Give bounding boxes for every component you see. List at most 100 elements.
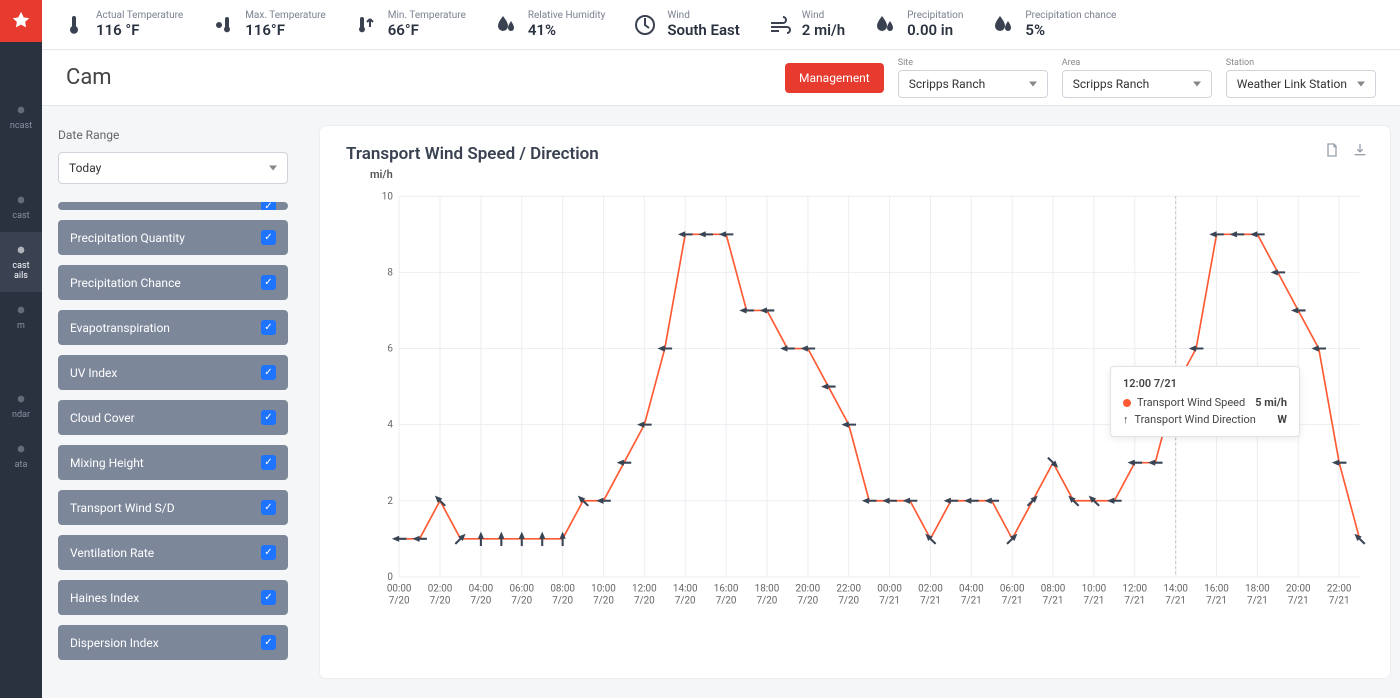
chart-tooltip: 12:00 7/21 Transport Wind Speed 5 mi/h ↑…: [1110, 366, 1300, 437]
svg-text:08:00: 08:00: [550, 583, 575, 594]
nav-label: m: [17, 322, 25, 332]
metric-value: 5%: [1025, 21, 1116, 39]
svg-text:7/21: 7/21: [920, 596, 941, 607]
svg-text:8: 8: [387, 268, 393, 279]
svg-text:7/20: 7/20: [511, 596, 532, 607]
sidebar-item-3[interactable]: m: [0, 292, 42, 342]
sidebar: ncast cast cast ails m ndar ata: [0, 0, 42, 698]
svg-text:16:00: 16:00: [714, 583, 739, 594]
wind-dir-icon: [633, 13, 657, 37]
select-label-1: Area: [1062, 58, 1212, 68]
chart-card: Transport Wind Speed / Direction mi/h 0 2…: [320, 126, 1390, 678]
check-icon[interactable]: ✓: [261, 230, 276, 245]
layer-item-7[interactable]: Ventilation Rate✓: [58, 535, 288, 570]
metric-label: Precipitation chance: [1025, 10, 1116, 21]
layer-item-6[interactable]: Transport Wind S/D✓: [58, 490, 288, 525]
sidebar-item-4[interactable]: ndar: [0, 381, 42, 431]
layer-item-4[interactable]: Cloud Cover✓: [58, 400, 288, 435]
metric-thermometer: Actual Temperature116 °F: [62, 10, 183, 39]
select-area[interactable]: Scripps Ranch: [1062, 70, 1212, 98]
svg-text:7/20: 7/20: [552, 596, 573, 607]
metric-label: Min. Temperature: [388, 10, 466, 21]
sidebar-item-2[interactable]: cast ails: [0, 232, 42, 292]
svg-text:7/20: 7/20: [675, 596, 696, 607]
metric-temp-low: Min. Temperature66°F: [354, 10, 466, 39]
left-panel: Date Range Today ✓ Precipitation Quantit…: [42, 106, 304, 698]
logo-icon: [10, 10, 32, 32]
layer-item-9[interactable]: Dispersion Index✓: [58, 625, 288, 660]
nav-icon: [13, 441, 29, 457]
sidebar-item-5[interactable]: ata: [0, 431, 42, 481]
download-icon[interactable]: [1352, 142, 1368, 162]
svg-text:7/21: 7/21: [1124, 596, 1145, 607]
svg-text:7/21: 7/21: [1288, 596, 1309, 607]
tooltip-dir-value: W: [1277, 413, 1287, 426]
management-button[interactable]: Management: [785, 63, 884, 93]
check-icon[interactable]: ✓: [261, 545, 276, 560]
export-icon[interactable]: [1324, 142, 1340, 162]
chart-title: Transport Wind Speed / Direction: [346, 144, 1364, 164]
nav-icon: [13, 391, 29, 407]
svg-text:10:00: 10:00: [1082, 583, 1107, 594]
nav-icon: [13, 102, 29, 118]
metric-temp-high: Max. Temperature116°F: [211, 10, 326, 39]
svg-text:4: 4: [387, 420, 393, 431]
metric-wind-dir: WindSouth East: [633, 10, 739, 39]
metric-value: 41%: [528, 21, 606, 39]
svg-text:6: 6: [387, 344, 393, 355]
svg-text:16:00: 16:00: [1204, 583, 1229, 594]
logo[interactable]: [0, 0, 42, 42]
date-range-select[interactable]: Today: [58, 152, 288, 184]
select-site[interactable]: Scripps Ranch: [898, 70, 1048, 98]
check-icon[interactable]: ✓: [261, 635, 276, 650]
check-icon[interactable]: ✓: [261, 500, 276, 515]
layer-item-5[interactable]: Mixing Height ✓: [58, 445, 288, 480]
metric-wind: Wind2 mi/h: [768, 10, 845, 39]
svg-text:7/21: 7/21: [961, 596, 982, 607]
nav-label: cast ails: [12, 262, 29, 282]
layer-item-0[interactable]: Precipitation Quantity✓: [58, 220, 288, 255]
check-icon[interactable]: ✓: [261, 320, 276, 335]
nav-label: ata: [15, 461, 28, 471]
series-dot-icon: [1123, 399, 1131, 407]
svg-text:7/21: 7/21: [1247, 596, 1268, 607]
check-icon[interactable]: ✓: [261, 410, 276, 425]
check-icon[interactable]: ✓: [261, 590, 276, 605]
svg-text:7/21: 7/21: [879, 596, 900, 607]
wind-icon: [768, 13, 792, 37]
layer-label: Mixing Height: [70, 456, 144, 470]
nav-icon: [13, 192, 29, 208]
tooltip-speed-label: Transport Wind Speed: [1137, 396, 1245, 409]
metric-label: Wind: [667, 10, 739, 21]
svg-text:0: 0: [387, 572, 393, 583]
arrow-up-icon: ↑: [1123, 413, 1129, 426]
check-icon[interactable]: ✓: [261, 455, 276, 470]
date-range-label: Date Range: [58, 128, 288, 142]
layer-label: Evapotranspiration: [70, 321, 170, 335]
select-station[interactable]: Weather Link Station: [1226, 70, 1376, 98]
layer-item-truncated[interactable]: ✓: [58, 202, 288, 210]
temp-high-icon: [211, 13, 235, 37]
tooltip-title: 12:00 7/21: [1123, 377, 1287, 390]
layer-item-2[interactable]: Evapotranspiration ✓: [58, 310, 288, 345]
svg-text:7/21: 7/21: [1329, 596, 1350, 607]
metric-label: Actual Temperature: [96, 10, 183, 21]
svg-text:06:00: 06:00: [1000, 583, 1025, 594]
svg-text:00:00: 00:00: [877, 583, 902, 594]
svg-text:00:00: 00:00: [387, 583, 412, 594]
svg-text:10: 10: [382, 191, 393, 202]
sidebar-item-0[interactable]: ncast: [0, 92, 42, 142]
layer-label: Haines Index: [70, 591, 139, 605]
layer-item-8[interactable]: Haines Index ✓: [58, 580, 288, 615]
select-label-2: Station: [1226, 58, 1376, 68]
layer-item-1[interactable]: Precipitation Chance✓: [58, 265, 288, 300]
check-icon[interactable]: ✓: [261, 365, 276, 380]
check-icon[interactable]: ✓: [261, 275, 276, 290]
y-axis-label: mi/h: [370, 168, 393, 181]
svg-text:7/20: 7/20: [757, 596, 778, 607]
svg-text:04:00: 04:00: [959, 583, 984, 594]
svg-text:20:00: 20:00: [796, 583, 821, 594]
svg-text:18:00: 18:00: [755, 583, 780, 594]
layer-item-3[interactable]: UV Index✓: [58, 355, 288, 390]
sidebar-item-1[interactable]: cast: [0, 182, 42, 232]
